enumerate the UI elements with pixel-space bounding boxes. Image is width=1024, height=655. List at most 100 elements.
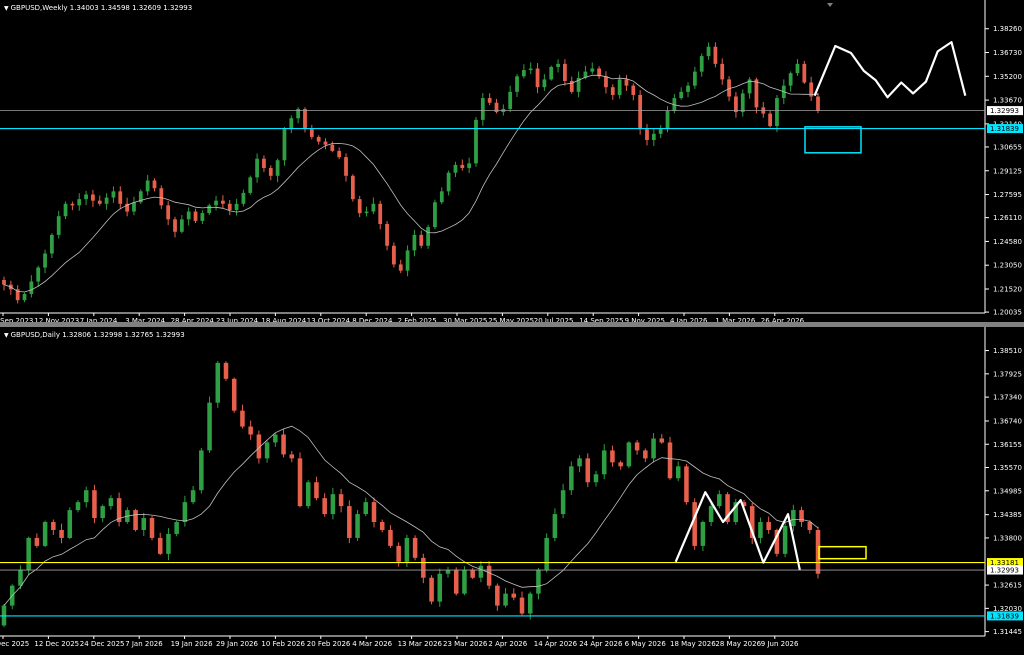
candle-body [378, 203, 383, 225]
candle-body [262, 158, 266, 169]
candle-body [658, 129, 663, 134]
candle-body [782, 526, 788, 554]
candle-body [282, 129, 287, 161]
y-tick-label: 1.38510 [993, 347, 1022, 355]
candle-body [133, 510, 138, 530]
candle-body [111, 191, 116, 198]
collapse-triangle-icon[interactable]: ▼ [4, 332, 9, 339]
x-tick-label: 24 Apr 2026 [579, 640, 623, 648]
x-tick-label: 2 Dec 2025 [0, 640, 29, 648]
candle-body [355, 514, 360, 538]
candle-body [563, 63, 567, 81]
x-tick-label: 10 Feb 2026 [261, 640, 305, 648]
candle-body [766, 522, 771, 530]
candle-body [56, 216, 61, 235]
y-tick-label: 1.27595 [993, 191, 1022, 199]
candle-body [268, 168, 273, 176]
target-box [804, 126, 862, 154]
candle-body [75, 502, 81, 511]
candle-body [544, 537, 549, 570]
weekly-chart-panel[interactable]: 1.382601.367301.352001.336701.321401.306… [0, 0, 1024, 322]
y-tick-label: 1.23050 [993, 262, 1022, 270]
x-tick-label: 23 Mar 2026 [443, 640, 488, 648]
candle-body [604, 76, 608, 88]
candle-body [92, 490, 97, 519]
x-tick-label: 19 Jan 2026 [171, 640, 214, 648]
candle-body [255, 158, 259, 178]
y-tick-label: 1.36740 [993, 417, 1022, 425]
y-tick-label: 1.36730 [993, 49, 1022, 57]
candle-body [77, 199, 82, 206]
chart-shift-marker-icon[interactable] [827, 3, 833, 7]
candle-body [601, 450, 607, 475]
candle-body [478, 565, 484, 578]
y-tick-label: 1.38260 [993, 25, 1022, 33]
x-tick-label: 9 Jun 2026 [761, 640, 799, 648]
candle-body [337, 150, 342, 158]
candle-body [519, 597, 525, 614]
collapse-triangle-icon[interactable]: ▼ [4, 5, 9, 12]
candle-body [83, 490, 89, 503]
candle-body [190, 490, 196, 503]
candle-body [453, 164, 458, 173]
y-tick-label: 1.37925 [993, 370, 1022, 378]
candle-body [385, 224, 389, 246]
candle-body [200, 213, 205, 221]
candle-body [330, 144, 335, 151]
candle-body [503, 593, 508, 606]
candle-body [241, 192, 246, 204]
x-tick-label: 4 Mar 2026 [352, 640, 392, 648]
candle-body [643, 450, 648, 459]
candle-body [371, 502, 377, 523]
y-tick-label: 1.29125 [993, 167, 1022, 175]
candle-body [303, 108, 307, 130]
candle-body [437, 573, 443, 602]
candle-body [275, 160, 280, 176]
candle-body [392, 245, 396, 265]
candle-body [29, 281, 34, 294]
candle-body [173, 219, 177, 232]
candle-body [18, 569, 23, 586]
candle-body [379, 522, 385, 530]
candle-body [508, 91, 513, 109]
candle-body [708, 506, 714, 523]
candle-body [527, 593, 533, 614]
current-price-tag-label: 1.32993 [990, 567, 1019, 575]
candle-body [51, 522, 56, 530]
candle-body [412, 537, 418, 558]
candle-body [569, 466, 574, 491]
candle-body [593, 474, 599, 483]
candle-body [679, 91, 684, 99]
candle-body [816, 96, 820, 111]
candle-body [511, 593, 517, 598]
candle-body [100, 506, 105, 519]
candle-body [651, 438, 656, 459]
candle-body [322, 498, 327, 515]
candle-body [91, 194, 95, 201]
candle-body [215, 362, 221, 403]
candle-body [768, 113, 772, 127]
x-tick-label: 6 May 2026 [625, 640, 667, 648]
candle-body [713, 46, 718, 64]
candle-body [179, 219, 184, 232]
candle-body [108, 498, 114, 507]
current-price-tag-label: 1.32993 [990, 107, 1019, 115]
x-tick-label: 13 Mar 2026 [398, 640, 443, 648]
y-tick-label: 1.31445 [993, 628, 1022, 636]
candle-body [675, 466, 681, 479]
candle-body [462, 569, 467, 594]
candle-body [273, 434, 278, 443]
candle-body [528, 68, 533, 71]
candle-body [684, 466, 689, 503]
x-tick-label: 2 Apr 2026 [488, 640, 527, 648]
candle-body [470, 569, 475, 578]
candle-body [207, 205, 212, 214]
candle-body [264, 442, 270, 459]
y-tick-label: 1.21520 [993, 285, 1022, 293]
candle-body [699, 56, 704, 72]
candle-body [549, 66, 554, 80]
candle-body [231, 378, 237, 411]
y-tick-label: 1.20035 [993, 309, 1022, 317]
candle-body [350, 175, 355, 200]
daily-chart-panel[interactable]: 1.38510 1.37925 1.37340 1.36740 1.36155 1.355… [0, 327, 1024, 655]
